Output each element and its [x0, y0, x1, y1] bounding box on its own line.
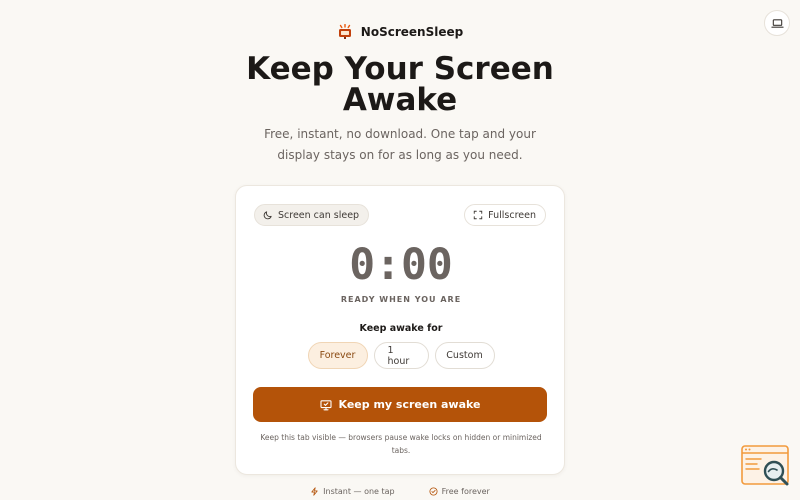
wake-lock-card: Screen can sleep Fullscreen 0:00 READY W… — [235, 185, 565, 475]
duration-option-1-hour[interactable]: 1 hour — [373, 342, 429, 369]
moon-icon — [263, 211, 272, 220]
keep-awake-button[interactable]: Keep my screen awake — [253, 387, 547, 422]
page-subtitle-line-1: Free, instant, no download. One tap and … — [264, 127, 536, 141]
keep-awake-label: Keep my screen awake — [338, 398, 481, 411]
brand-name: NoScreenSleep — [360, 25, 464, 39]
feature-item: Instant — one tap — [310, 487, 395, 496]
page-subtitle: Free, instant, no download. One tap and … — [200, 124, 600, 166]
fullscreen-label: Fullscreen — [488, 209, 536, 221]
page-title-line-1: Keep Your Screen — [246, 51, 554, 87]
feature-label: Free forever — [441, 487, 490, 496]
device-button[interactable] — [764, 10, 790, 36]
page-title-line-2: Awake — [342, 82, 458, 118]
monitor-sun-icon — [338, 24, 351, 39]
timer-display: 0:00 — [349, 240, 453, 290]
page-title: Keep Your Screen Awake — [0, 54, 800, 116]
check-circle-icon — [429, 487, 438, 496]
visibility-note: Keep this tab visible — browsers pause w… — [254, 432, 548, 457]
timer-caption: READY WHEN YOU ARE — [340, 295, 462, 304]
status-badge: Screen can sleep — [254, 204, 370, 226]
status-label: Screen can sleep — [278, 209, 360, 221]
duration-label: Keep awake for — [359, 323, 443, 334]
feature-label: Instant — one tap — [323, 487, 395, 496]
monitor-icon — [319, 399, 332, 410]
page-subtitle-line-2: display stays on for as long as you need… — [277, 148, 523, 162]
duration-option-forever[interactable]: Forever — [307, 342, 368, 369]
brand[interactable]: NoScreenSleep — [0, 24, 800, 40]
search-window-icon[interactable] — [741, 445, 791, 489]
lightning-icon — [311, 487, 318, 496]
feature-item: Free forever — [429, 487, 490, 496]
feature-list: Instant — one tap Free forever — [0, 487, 800, 496]
fullscreen-button[interactable]: Fullscreen — [464, 204, 546, 226]
visibility-note-line-2: tabs. — [391, 445, 411, 455]
duration-option-custom[interactable]: Custom — [434, 342, 495, 369]
visibility-note-line-1: Keep this tab visible — browsers pause w… — [260, 433, 542, 442]
duration-options: Forever 1 hour Custom — [236, 342, 566, 369]
expand-icon — [473, 210, 483, 220]
laptop-icon — [770, 18, 784, 28]
